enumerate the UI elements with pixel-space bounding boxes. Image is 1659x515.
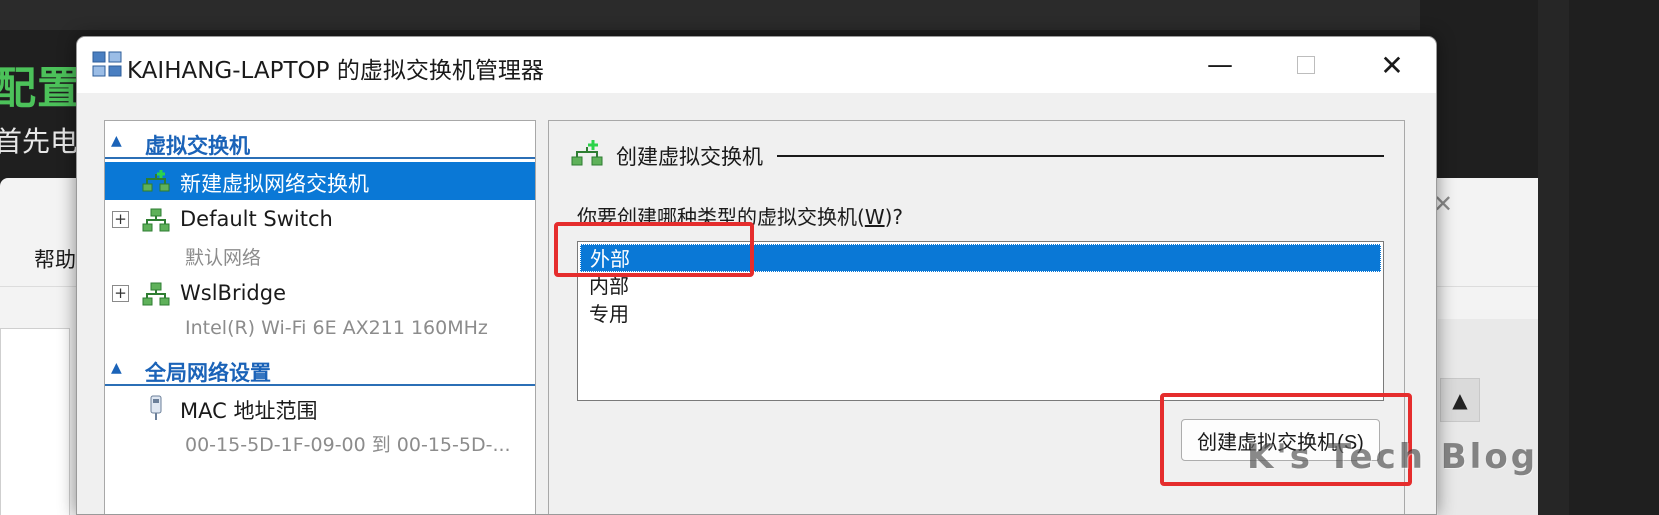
scroll-up-button[interactable]: ▲ — [1440, 378, 1480, 422]
watermark: K's Tech Blog — [1247, 437, 1539, 477]
tree-item-wslbridge[interactable]: + WslBridge — [105, 275, 535, 313]
close-button[interactable]: ✕ — [1349, 37, 1435, 93]
tree-item-new-switch[interactable]: 新建虚拟网络交换机 — [105, 162, 535, 200]
tree-item-label: 新建虚拟网络交换机 — [180, 172, 369, 196]
tree-item-label: Default Switch — [180, 207, 333, 231]
background-heading: 配置 — [0, 63, 82, 114]
navigation-tree: ▲ 虚拟交换机 新建虚拟网络交换机 + Default Switch 默认网络 — [104, 120, 536, 514]
tree-item-subtitle: 00-15-5D-1F-09-00 到 00-15-5D-... — [185, 434, 511, 456]
switch-type-private[interactable]: 专用 — [580, 300, 1381, 328]
network-switch-icon — [142, 208, 170, 232]
background-scrollbar[interactable] — [1538, 0, 1569, 515]
minimize-button[interactable]: — — [1177, 37, 1263, 93]
switch-type-internal[interactable]: 内部 — [580, 272, 1381, 300]
close-icon: ✕ — [1380, 48, 1404, 82]
background-left-panel — [0, 328, 70, 515]
scroll-up-icon: ▲ — [1452, 388, 1468, 412]
network-switch-icon — [142, 282, 170, 306]
tree-item-label: WslBridge — [180, 281, 286, 305]
tree-item-subtitle: Intel(R) Wi-Fi 6E AX211 160MHz — [185, 317, 488, 339]
tree-item-label: MAC 地址范围 — [180, 399, 318, 423]
menu-help[interactable]: 帮助 — [34, 244, 76, 274]
virtual-switch-manager-dialog: KAIHANG-LAPTOP 的虚拟交换机管理器 — ✕ ▲ 虚拟交换机 新建虚… — [76, 36, 1437, 515]
switch-manager-icon — [92, 51, 122, 77]
minimize-icon: — — [1207, 50, 1233, 80]
background-subtext: 首先电 — [0, 125, 79, 158]
section-global-network-settings[interactable]: ▲ 全局网络设置 — [105, 352, 535, 386]
expand-icon[interactable]: + — [112, 285, 129, 302]
collapse-chevron-icon: ▲ — [111, 133, 122, 149]
header-divider — [777, 155, 1384, 157]
background-top-strip — [0, 0, 1420, 30]
switch-type-list[interactable]: 外部 内部 专用 — [577, 241, 1384, 401]
dialog-titlebar[interactable]: KAIHANG-LAPTOP 的虚拟交换机管理器 — ✕ — [77, 37, 1436, 93]
expand-icon[interactable]: + — [112, 211, 129, 228]
detail-header: 创建虚拟交换机 — [616, 145, 763, 169]
section-virtual-switches[interactable]: ▲ 虚拟交换机 — [105, 125, 535, 159]
new-switch-icon — [142, 170, 170, 192]
network-adapter-icon — [150, 395, 162, 420]
tree-item-mac-range[interactable]: MAC 地址范围 — [105, 389, 535, 427]
maximize-button[interactable] — [1263, 37, 1349, 93]
section-label: 虚拟交换机 — [145, 134, 250, 158]
tree-item-default-switch[interactable]: + Default Switch — [105, 201, 535, 239]
collapse-chevron-icon: ▲ — [111, 360, 122, 376]
section-label: 全局网络设置 — [145, 361, 271, 385]
maximize-icon — [1297, 56, 1315, 74]
switch-type-external[interactable]: 外部 — [580, 244, 1381, 272]
dialog-title: KAIHANG-LAPTOP 的虚拟交换机管理器 — [127, 58, 544, 84]
switch-type-question: 你要创建哪种类型的虚拟交换机(W)? — [577, 205, 904, 229]
new-switch-icon — [571, 140, 603, 166]
tree-item-subtitle: 默认网络 — [185, 247, 262, 269]
